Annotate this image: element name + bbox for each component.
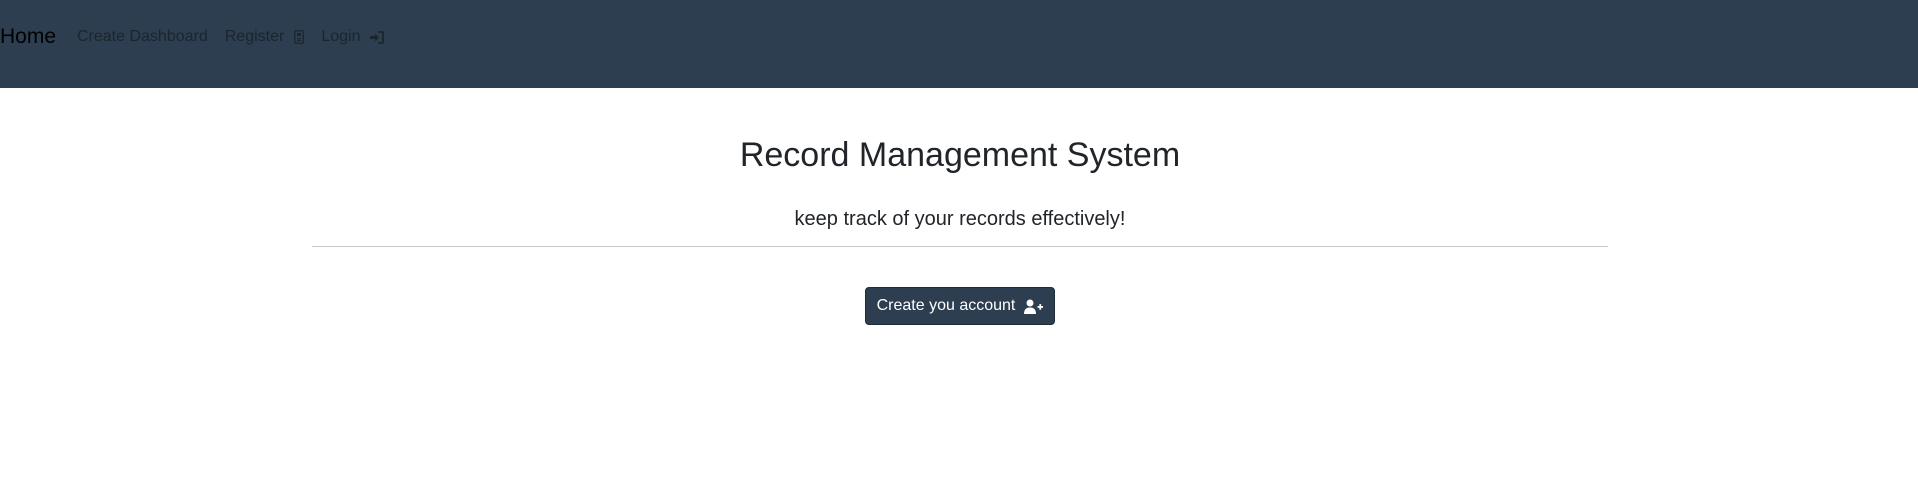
top-navbar: Home Create Dashboard Register Login — [0, 0, 1918, 88]
page-title: Record Management System — [739, 136, 1181, 174]
nav-brand-home[interactable]: Home — [0, 24, 56, 50]
sign-in-icon — [370, 30, 385, 44]
user-plus-icon — [1024, 299, 1044, 314]
nav-link-label: Login — [321, 28, 361, 45]
nav-link-create-dashboard[interactable]: Create Dashboard — [77, 27, 208, 47]
nav-link-login[interactable]: Login — [321, 27, 385, 47]
page-subtitle: keep track of your records effectively! — [794, 208, 1126, 230]
nav-link-label: Create Dashboard — [77, 28, 208, 45]
nav-link-register[interactable]: Register — [225, 27, 305, 47]
nav-links: Create Dashboard Register Login — [77, 27, 401, 47]
divider — [312, 246, 1608, 247]
nav-link-label: Register — [224, 28, 285, 45]
create-account-button[interactable]: Create you account — [865, 287, 1055, 325]
register-card-icon — [294, 30, 305, 44]
create-account-label: Create you account — [876, 297, 1016, 314]
